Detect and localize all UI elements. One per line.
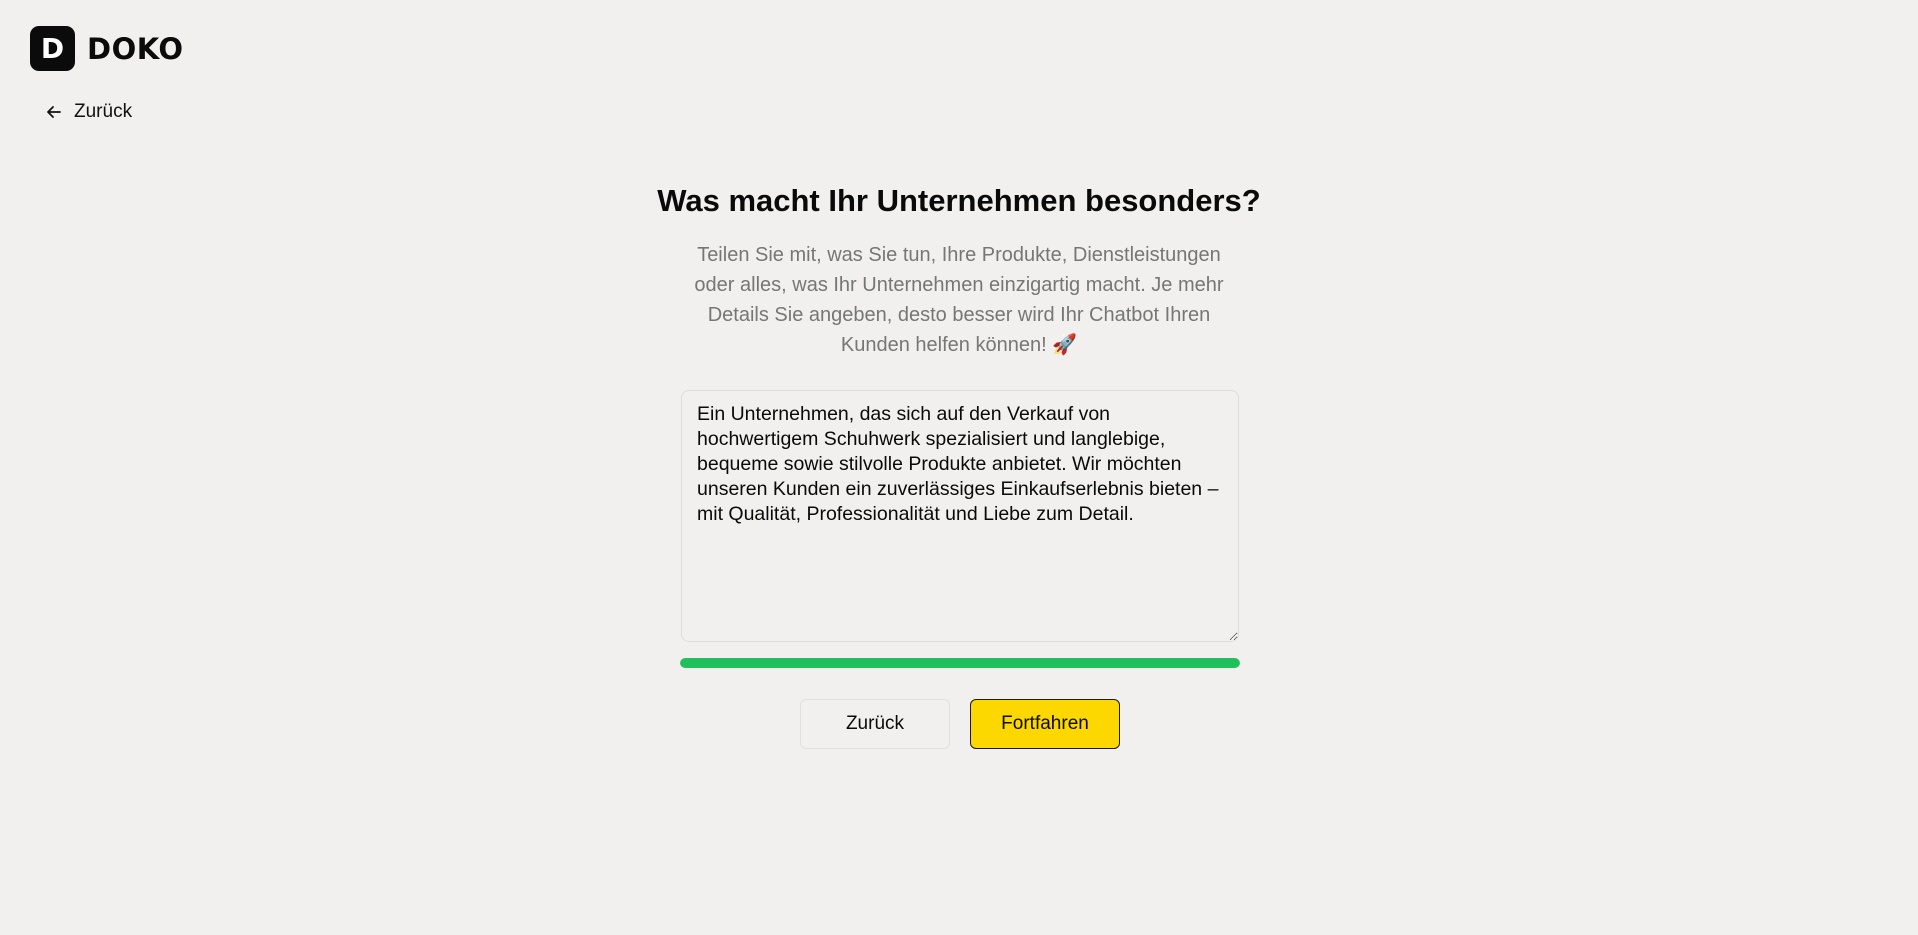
top-back-label: Zurück bbox=[74, 101, 133, 122]
continue-button[interactable]: Fortfahren bbox=[970, 699, 1120, 749]
back-button[interactable]: Zurück bbox=[800, 699, 950, 749]
description-field-wrapper bbox=[681, 390, 1239, 642]
brand-logo[interactable]: D DOKO bbox=[30, 26, 184, 71]
arrow-left-icon bbox=[44, 102, 64, 122]
description-textarea[interactable] bbox=[681, 390, 1239, 642]
logo-mark: D bbox=[30, 26, 75, 71]
page-title: Was macht Ihr Unternehmen besonders? bbox=[657, 183, 1261, 218]
progress-fill bbox=[680, 658, 1240, 668]
progress-bar bbox=[680, 658, 1240, 668]
top-back-link[interactable]: Zurück bbox=[44, 101, 132, 123]
page-subtitle: Teilen Sie mit, was Sie tun, Ihre Produk… bbox=[694, 244, 1224, 356]
brand-name: DOKO bbox=[87, 31, 184, 66]
